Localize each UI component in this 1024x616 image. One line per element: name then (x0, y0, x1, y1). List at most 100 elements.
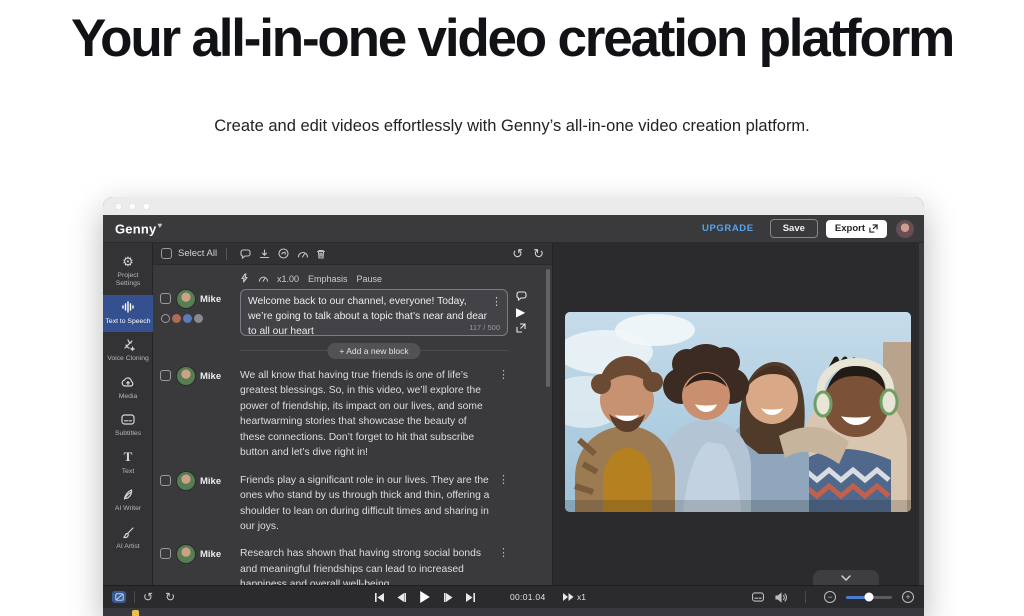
emotion-option-icon[interactable] (194, 314, 203, 323)
speaker-name: Mike (200, 371, 221, 382)
pause-button[interactable]: Pause (357, 274, 383, 284)
sidebar-item-label: Voice Cloning (107, 355, 149, 363)
kebab-menu-icon[interactable]: ⋮ (498, 544, 509, 585)
sidebar-item-project-settings[interactable]: ⚙ Project Settings (103, 249, 153, 295)
window-minimize-icon[interactable] (129, 203, 136, 210)
playbar-right-controls: − + (751, 591, 914, 603)
frame-back-icon[interactable] (397, 593, 406, 602)
comment-icon[interactable] (516, 291, 527, 301)
sidebar-item-text[interactable]: T Text (103, 445, 153, 482)
sidebar-item-label: Media (119, 393, 138, 401)
timeline-strip[interactable] (103, 608, 924, 616)
kebab-menu-icon[interactable]: ⋮ (498, 471, 509, 535)
skip-start-icon[interactable] (375, 593, 384, 602)
block-checkbox[interactable] (160, 548, 171, 559)
speaker-avatar[interactable] (176, 289, 196, 309)
cloud-upload-icon (121, 375, 135, 390)
speaker-avatar[interactable] (176, 366, 196, 386)
emotion-option-icon[interactable] (183, 314, 192, 323)
playback-speed-button[interactable]: x1 (563, 592, 586, 602)
sidebar: ⚙ Project Settings Text to Speech Voice … (103, 243, 153, 585)
emotion-picker (161, 314, 240, 323)
waveform-icon (121, 300, 135, 315)
quill-icon (122, 487, 134, 502)
sidebar-item-label: Text to Speech (106, 318, 151, 326)
block-checkbox[interactable] (160, 370, 171, 381)
emotion-neutral-icon[interactable] (161, 314, 170, 323)
script-block[interactable]: Mike Friends play a significant role in … (153, 466, 552, 540)
sidebar-item-text-to-speech[interactable]: Text to Speech (103, 295, 153, 332)
zoom-in-icon[interactable]: + (902, 591, 914, 603)
script-block[interactable]: Mike Research has shown that having stro… (153, 539, 552, 585)
block-checkbox[interactable] (160, 475, 171, 486)
subtitles-toggle-icon[interactable] (751, 592, 765, 602)
share-icon[interactable] (516, 323, 527, 333)
frame-forward-icon[interactable] (444, 593, 453, 602)
upgrade-link[interactable]: UPGRADE (702, 223, 754, 234)
block-speed-value[interactable]: x1.00 (277, 274, 299, 284)
history-controls: ↺ ↻ (512, 246, 544, 262)
add-block-button[interactable]: + Add a new block (327, 343, 420, 359)
zoom-slider[interactable] (846, 596, 892, 599)
text-icon: T (124, 450, 133, 465)
export-button-label: Export (835, 223, 865, 234)
volume-icon[interactable] (775, 592, 787, 603)
enhance-icon[interactable] (240, 273, 249, 285)
add-block-divider: + Add a new block (240, 343, 508, 357)
gauge-icon[interactable] (258, 274, 268, 285)
zoom-out-icon[interactable]: − (824, 591, 836, 603)
play-button-icon[interactable] (419, 591, 431, 603)
window-titlebar (103, 197, 924, 215)
speed-icon[interactable] (297, 249, 308, 259)
select-all-checkbox[interactable] (161, 248, 172, 259)
playbar-divider (134, 591, 135, 603)
save-button[interactable]: Save (770, 219, 818, 238)
speaker-name: Mike (200, 294, 221, 305)
sidebar-item-media[interactable]: Media (103, 370, 153, 407)
undo-icon[interactable]: ↺ (143, 590, 153, 604)
play-block-icon[interactable]: ▶ (516, 306, 527, 318)
page: Your all-in-one video creation platform … (0, 0, 1024, 616)
editor-scrollbar[interactable] (546, 269, 550, 387)
sidebar-item-voice-cloning[interactable]: Voice Cloning (103, 332, 153, 369)
preview-image-friends (565, 312, 911, 512)
preview-scrollbar-track[interactable] (919, 243, 924, 585)
speaker-avatar[interactable] (176, 544, 196, 564)
user-avatar[interactable] (896, 220, 914, 238)
zoom-slider-knob[interactable] (865, 593, 874, 602)
brush-icon (122, 525, 135, 540)
redo-icon[interactable]: ↻ (533, 246, 544, 262)
playback-speed-value: x1 (577, 592, 586, 602)
emotion-option-icon[interactable] (172, 314, 181, 323)
shortcut-icon[interactable] (112, 591, 126, 603)
redo-icon[interactable]: ↻ (165, 590, 175, 604)
block-checkbox[interactable] (160, 293, 171, 304)
window-close-icon[interactable] (115, 203, 122, 210)
sidebar-item-ai-writer[interactable]: AI Writer (103, 482, 153, 519)
download-icon[interactable] (259, 249, 270, 259)
window-zoom-icon[interactable] (143, 203, 150, 210)
undo-icon[interactable]: ↺ (512, 246, 523, 262)
speaker-name: Mike (200, 549, 221, 560)
comment-icon[interactable] (240, 249, 251, 259)
timeline-clip-marker[interactable] (132, 610, 139, 616)
video-preview[interactable] (565, 312, 911, 512)
sidebar-item-subtitles[interactable]: Subtitles (103, 407, 153, 444)
emphasis-button[interactable]: Emphasis (308, 274, 348, 284)
script-block[interactable]: Mike We all know that having true friend… (153, 361, 552, 466)
block-toolbar: x1.00 Emphasis Pause (240, 271, 552, 289)
transport-controls (375, 591, 475, 603)
skip-end-icon[interactable] (466, 593, 475, 602)
script-text-input[interactable]: Welcome back to our channel, everyone! T… (240, 289, 508, 336)
speaker-avatar[interactable] (176, 471, 196, 491)
voice-icon[interactable] (278, 248, 289, 259)
playbar-history: ↺ ↻ (143, 590, 175, 604)
kebab-menu-icon[interactable]: ⋮ (498, 366, 509, 461)
delete-icon[interactable] (316, 249, 326, 259)
chevron-down-icon (841, 575, 851, 581)
kebab-menu-icon[interactable]: ⋮ (491, 295, 502, 308)
fast-forward-icon (563, 593, 574, 601)
collapse-panel-button[interactable] (813, 570, 879, 585)
sidebar-item-ai-artist[interactable]: AI Artist (103, 520, 153, 557)
export-button[interactable]: Export (826, 220, 887, 238)
